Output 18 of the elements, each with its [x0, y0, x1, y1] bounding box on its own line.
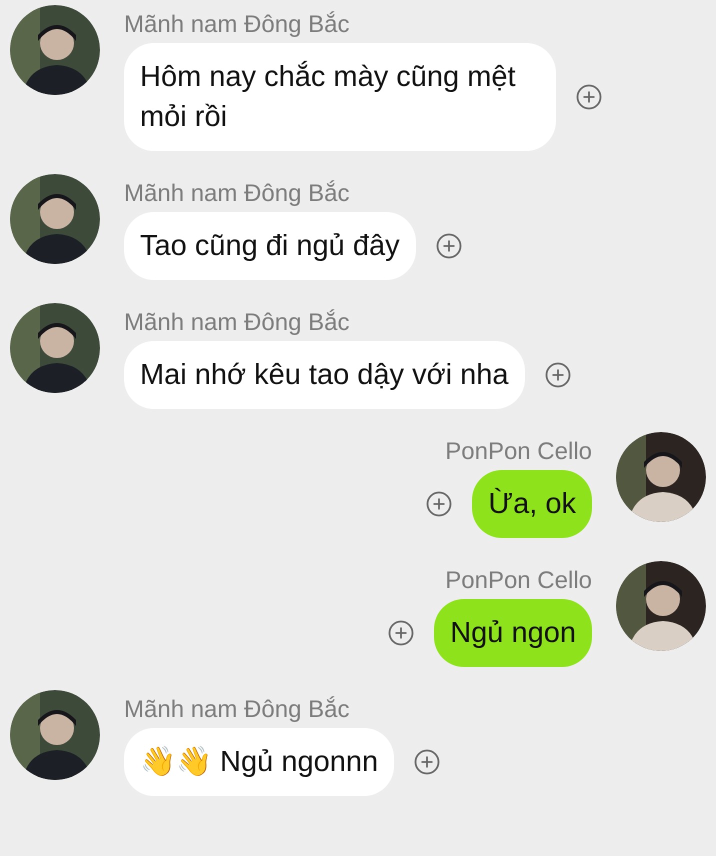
add-icon[interactable]	[414, 749, 440, 775]
add-icon[interactable]	[388, 620, 414, 646]
add-icon[interactable]	[426, 491, 452, 517]
add-icon[interactable]	[576, 84, 602, 110]
sender-name: Mãnh nam Đông Bắc	[124, 308, 350, 338]
message-bubble: Ngủ ngon	[434, 599, 592, 667]
sender-name: Mãnh nam Đông Bắc	[124, 179, 350, 209]
sender-name: PonPon Cello	[445, 437, 592, 467]
message-bubble: 👋👋 Ngủ ngonnn	[124, 728, 394, 796]
message-bubble: Tao cũng đi ngủ đây	[124, 212, 416, 280]
add-icon[interactable]	[544, 362, 571, 388]
message-bubble: Hôm nay chắc mày cũng mệt mỏi rồi	[124, 43, 556, 151]
sender-name: Mãnh nam Đông Bắc	[124, 10, 350, 40]
message-bubble: Mai nhớ kêu tao dậy với nha	[124, 341, 525, 409]
sender-name: Mãnh nam Đông Bắc	[124, 695, 350, 725]
add-icon[interactable]	[436, 233, 462, 259]
message-bubble: Ừa, ok	[472, 470, 592, 538]
sender-name: PonPon Cello	[445, 566, 592, 596]
